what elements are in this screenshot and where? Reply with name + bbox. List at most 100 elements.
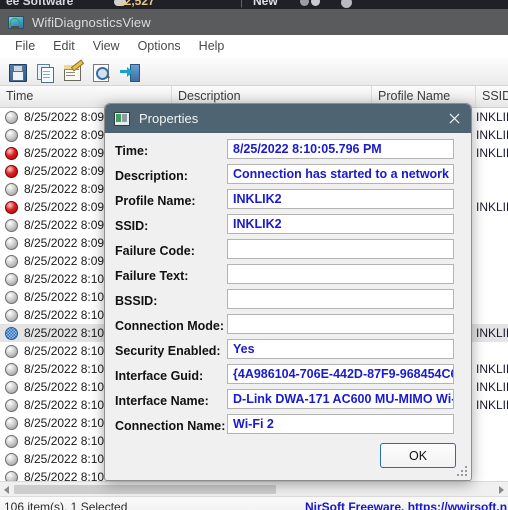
field-row-interface-guid: Interface Guid: {4A986104-706E-442D-87F9-… — [105, 364, 471, 390]
horizontal-scrollbar[interactable] — [0, 481, 508, 496]
properties-button[interactable] — [62, 59, 85, 83]
menu-item-file[interactable]: File — [6, 37, 44, 55]
cell-time: 8/25/2022 8:10: — [24, 380, 104, 394]
gray-bulb-icon — [5, 398, 18, 412]
menu-bar: File Edit View Options Help — [0, 35, 508, 58]
status-credit-link[interactable]: NirSoft Freeware. https://wwirsoft.n — [305, 500, 508, 510]
field-label-failure-text: Failure Text: — [115, 269, 189, 283]
red-bulb-icon — [5, 146, 18, 160]
close-icon[interactable] — [437, 104, 471, 133]
bg-fragment-text-2: 12,527 — [118, 0, 155, 8]
field-value-time[interactable]: 8/25/2022 8:10:05.796 PM — [227, 139, 454, 159]
cell-time: 8/25/2022 8:10: — [24, 344, 104, 358]
bg-separator: | — [240, 0, 243, 8]
exit-button[interactable] — [118, 61, 140, 83]
field-value-ssid[interactable]: INKLIK2 — [227, 214, 454, 234]
ok-button[interactable]: OK — [380, 443, 456, 468]
gray-bulb-icon — [5, 362, 18, 376]
field-row-connection-mode: Connection Mode: — [105, 314, 471, 340]
field-value-description[interactable]: Connection has started to a network in — [227, 164, 454, 184]
field-row-failure-code: Failure Code: — [105, 239, 471, 265]
menu-item-help[interactable]: Help — [190, 37, 234, 55]
cell-time: 8/25/2022 8:09: — [24, 164, 104, 178]
field-label-description: Description: — [115, 169, 188, 183]
field-value-interface-guid[interactable]: {4A986104-706E-442D-87F9-968454C6 — [227, 364, 454, 384]
cell-time: 8/25/2022 8:10: — [24, 434, 104, 448]
field-value-connection-name[interactable]: Wi-Fi 2 — [227, 414, 454, 434]
bg-avatar-icon-2 — [311, 0, 320, 6]
red-bulb-icon — [5, 200, 18, 214]
properties-dialog: Properties Time: 8/25/2022 8:10:05.796 PM… — [104, 103, 472, 481]
scroll-left-arrow-icon[interactable] — [4, 486, 9, 494]
menu-item-options[interactable]: Options — [129, 37, 190, 55]
scrollbar-thumb[interactable] — [14, 485, 276, 494]
save-button[interactable] — [6, 61, 28, 83]
field-label-interface-name: Interface Name: — [115, 394, 209, 408]
dialog-title: Properties — [139, 111, 199, 126]
screen-root: ee Software 12,527 | New WifiDiagnostics… — [0, 0, 508, 510]
find-button[interactable] — [90, 61, 112, 83]
cell-time: 8/25/2022 8:10: — [24, 272, 104, 286]
gray-bulb-icon — [5, 110, 18, 124]
field-label-interface-guid: Interface Guid: — [115, 369, 204, 383]
cell-ssid: INKLIK — [476, 128, 508, 142]
window-title: WifiDiagnosticsView — [32, 14, 151, 30]
cell-time: 8/25/2022 8:09: — [24, 200, 104, 214]
field-label-security-enabled: Security Enabled: — [115, 344, 221, 358]
cell-ssid: INKLIK — [476, 146, 508, 160]
field-value-failure-text[interactable] — [227, 264, 454, 284]
gray-bulb-icon — [5, 470, 18, 481]
window-title-bar: WifiDiagnosticsView — [0, 9, 508, 35]
gray-bulb-icon — [5, 416, 18, 430]
scroll-right-arrow-icon[interactable] — [499, 486, 504, 494]
gray-bulb-icon — [5, 308, 18, 322]
cell-time: 8/25/2022 8:09: — [24, 218, 104, 232]
resize-grip[interactable] — [457, 466, 469, 478]
gray-bulb-icon — [5, 344, 18, 358]
status-item-count: 106 item(s), 1 Selected — [4, 500, 128, 510]
menu-item-edit[interactable]: Edit — [44, 37, 84, 55]
field-row-ssid: SSID: INKLIK2 — [105, 214, 471, 240]
field-row-description: Description: Connection has started to a … — [105, 164, 471, 190]
gray-bulb-icon — [5, 182, 18, 196]
gray-bulb-icon — [5, 290, 18, 304]
bg-avatar-icon — [300, 0, 309, 6]
cell-ssid: INKLIK — [476, 326, 508, 340]
cell-time: 8/25/2022 8:09: — [24, 254, 104, 268]
cell-ssid: INKLIK — [476, 362, 508, 376]
field-label-failure-code: Failure Code: — [115, 244, 195, 258]
field-value-connection-mode[interactable] — [227, 314, 454, 334]
field-label-time: Time: — [115, 144, 149, 158]
cell-time: 8/25/2022 8:10: — [24, 308, 104, 322]
field-value-profile-name[interactable]: INKLIK2 — [227, 189, 454, 209]
gray-bulb-icon — [5, 272, 18, 286]
field-value-bssid[interactable] — [227, 289, 454, 309]
cell-time: 8/25/2022 8:09: — [24, 146, 104, 160]
cell-time: 8/25/2022 8:10: — [24, 326, 104, 340]
field-value-interface-name[interactable]: D-Link DWA-171 AC600 MU-MIMO Wi-Fi — [227, 389, 454, 409]
field-value-security-enabled[interactable]: Yes — [227, 339, 454, 359]
field-row-time: Time: 8/25/2022 8:10:05.796 PM — [105, 139, 471, 165]
status-bar: 106 item(s), 1 Selected NirSoft Freeware… — [0, 496, 508, 510]
dialog-title-bar[interactable]: Properties — [105, 104, 471, 133]
column-header-ssid[interactable]: SSID — [476, 86, 508, 107]
cell-time: 8/25/2022 8:09: — [24, 110, 104, 124]
field-value-failure-code[interactable] — [227, 239, 454, 259]
gray-bulb-icon — [5, 380, 18, 394]
field-row-connection-name: Connection Name: Wi-Fi 2 — [105, 414, 471, 440]
copy-button[interactable] — [34, 61, 56, 83]
field-label-ssid: SSID: — [115, 219, 149, 233]
cell-ssid: INKLIK — [476, 200, 508, 214]
cell-time: 8/25/2022 8:09: — [24, 236, 104, 250]
cell-time: 8/25/2022 8:10: — [24, 470, 104, 481]
gray-bulb-icon — [5, 452, 18, 466]
bg-fragment-text-3: New — [253, 0, 278, 8]
field-label-connection-name: Connection Name: — [115, 419, 226, 433]
field-label-connection-mode: Connection Mode: — [115, 319, 225, 333]
gray-bulb-icon — [5, 236, 18, 250]
bg-fragment-text-1: ee Software — [6, 0, 74, 8]
cell-time: 8/25/2022 8:10: — [24, 290, 104, 304]
menu-item-view[interactable]: View — [84, 37, 129, 55]
cell-time: 8/25/2022 8:10: — [24, 452, 104, 466]
cell-time: 8/25/2022 8:09: — [24, 128, 104, 142]
